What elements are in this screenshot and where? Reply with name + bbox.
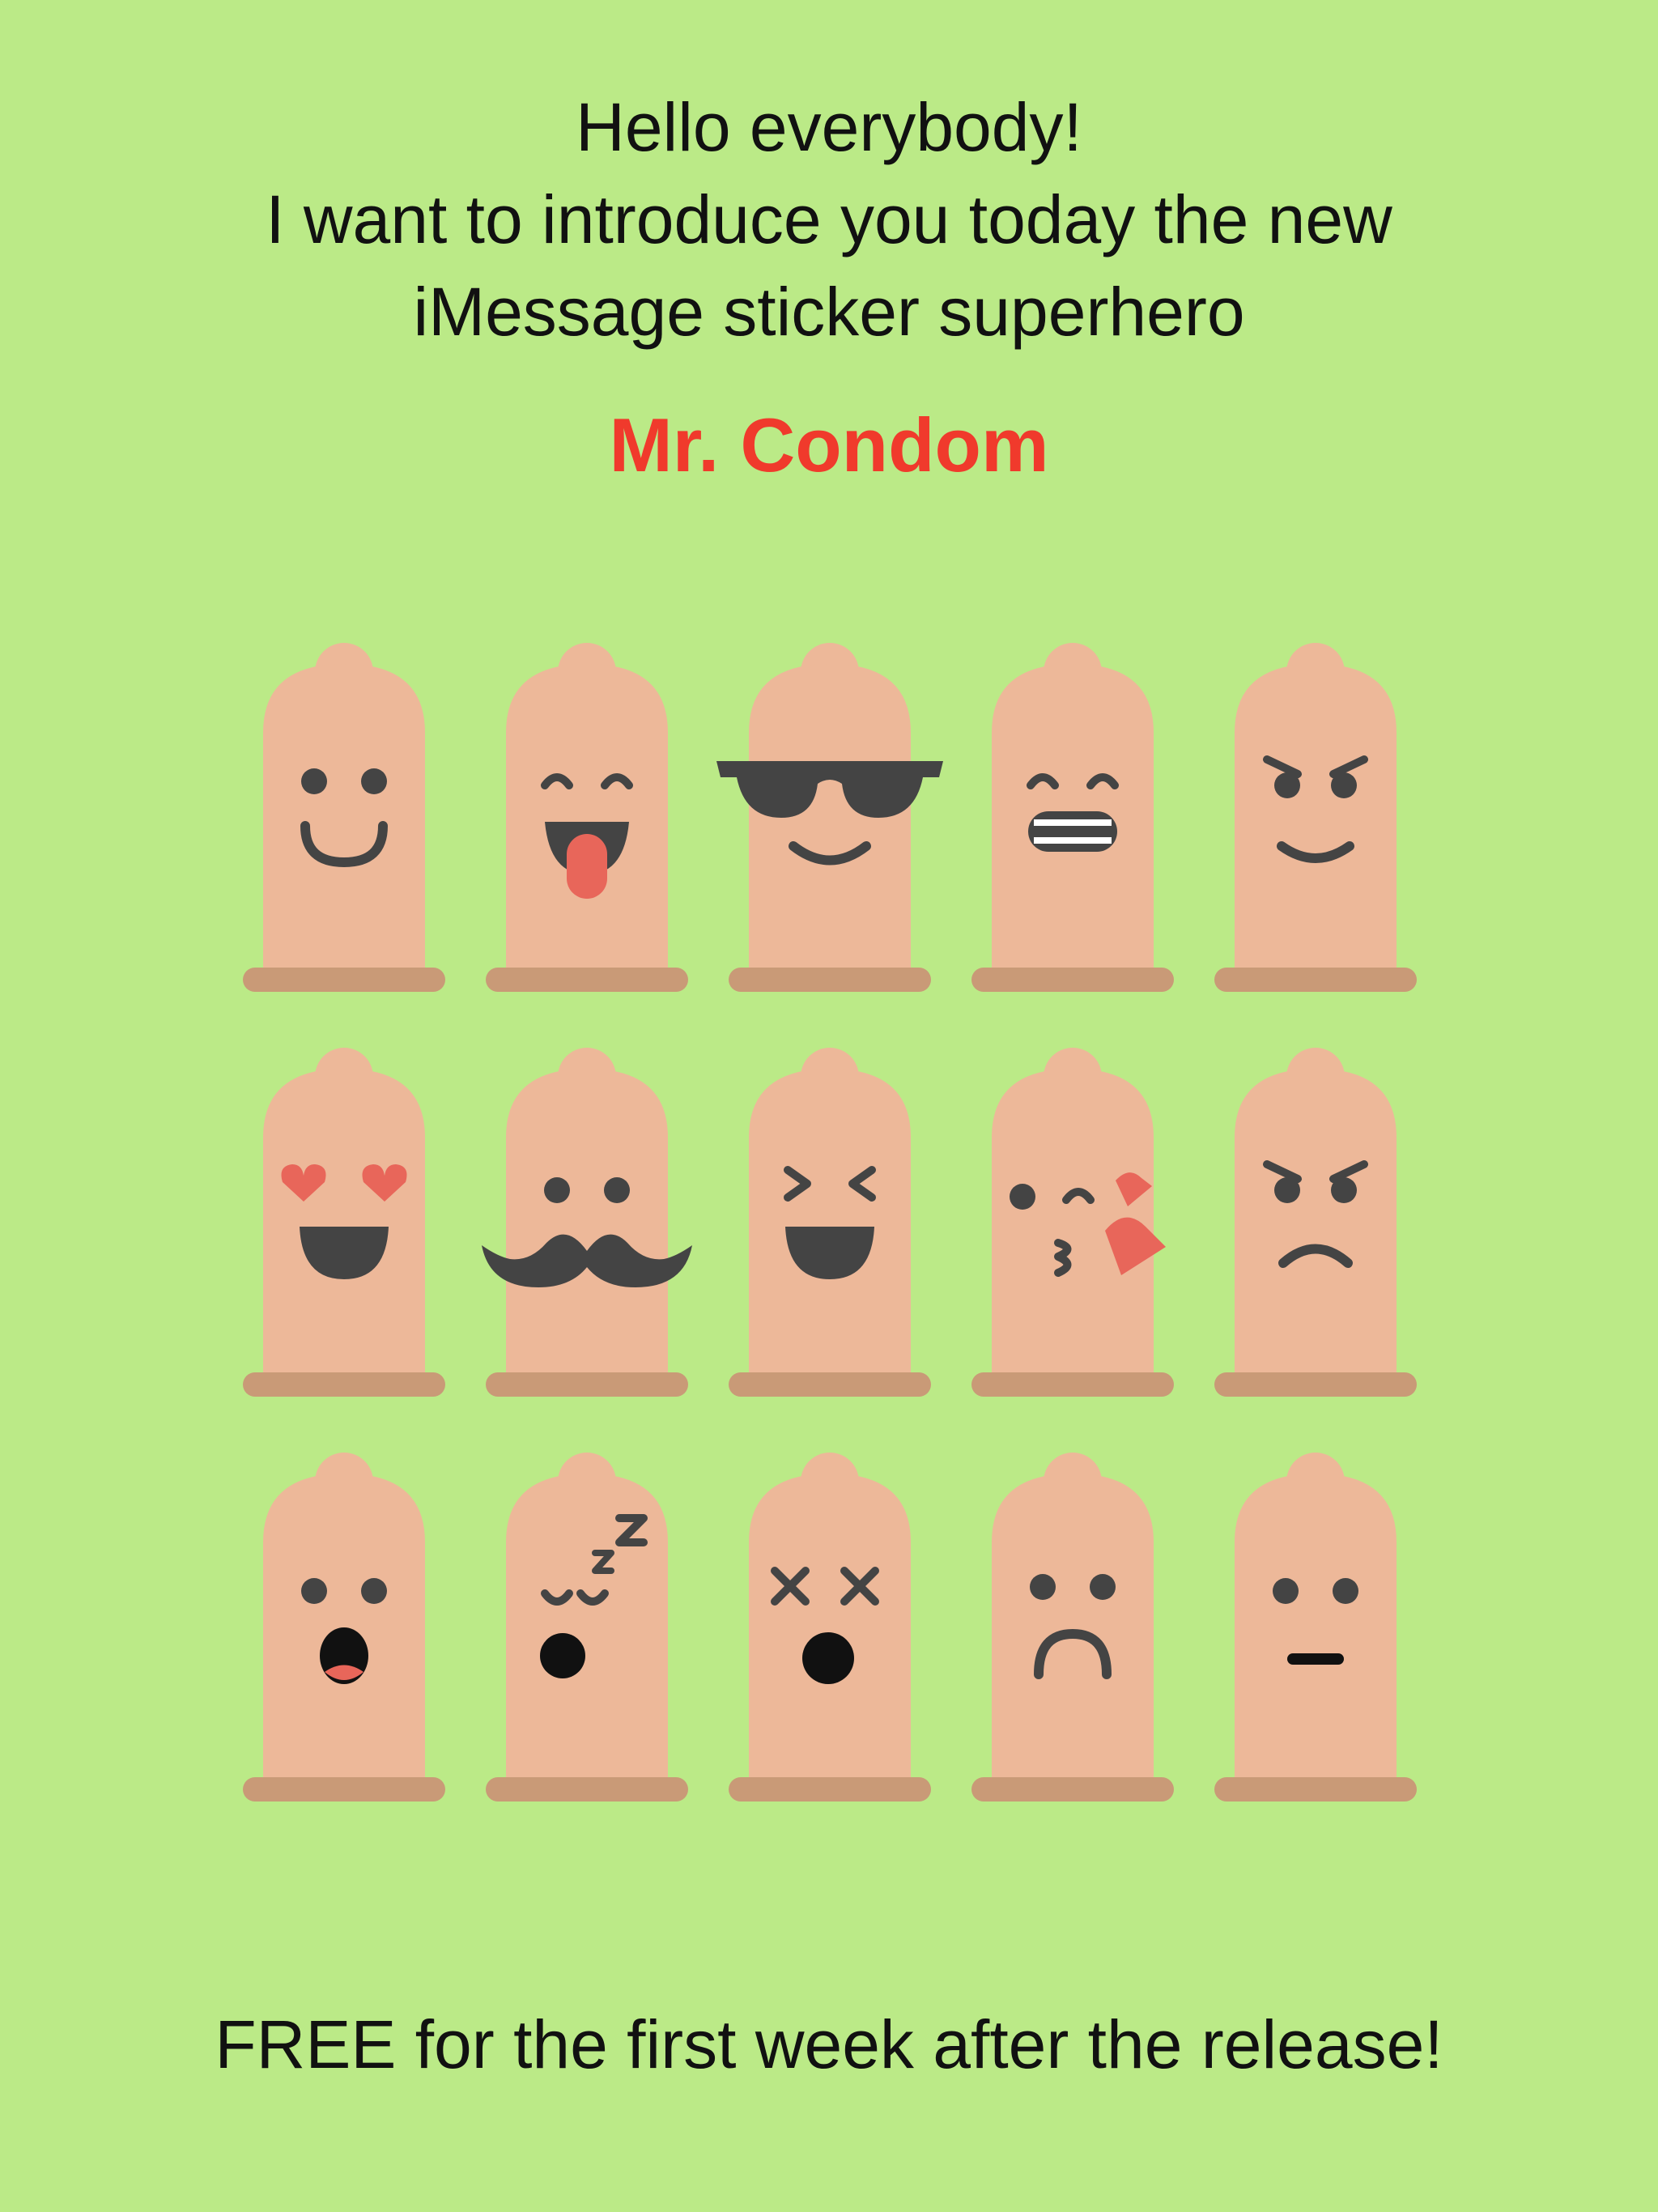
sticker-grid [0,0,1658,2212]
kissing-condom-sticker-icon [967,1044,1178,1401]
frowning-condom-sticker-icon [967,1449,1178,1806]
smiling-condom-sticker-icon [239,640,449,996]
heart-eyes-condom-sticker-icon [239,1044,449,1401]
sunglasses-condom-sticker-icon [716,640,943,996]
sleeping-condom-sticker-icon [482,1449,692,1806]
footer-text: FREE for the first week after the releas… [215,2006,1443,2082]
neutral-condom-sticker-icon [1210,1449,1421,1806]
angry-condom-sticker-icon [1210,1044,1421,1401]
laughing-condom-sticker-icon [725,1044,935,1401]
mustache-condom-sticker-icon [482,1044,692,1401]
surprised-condom-sticker-icon [239,1449,449,1806]
dizzy-condom-sticker-icon [725,1449,935,1806]
grimacing-condom-sticker-icon [967,640,1178,996]
tongue-out-condom-sticker-icon [482,640,692,996]
smirking-condom-sticker-icon [1210,640,1421,996]
